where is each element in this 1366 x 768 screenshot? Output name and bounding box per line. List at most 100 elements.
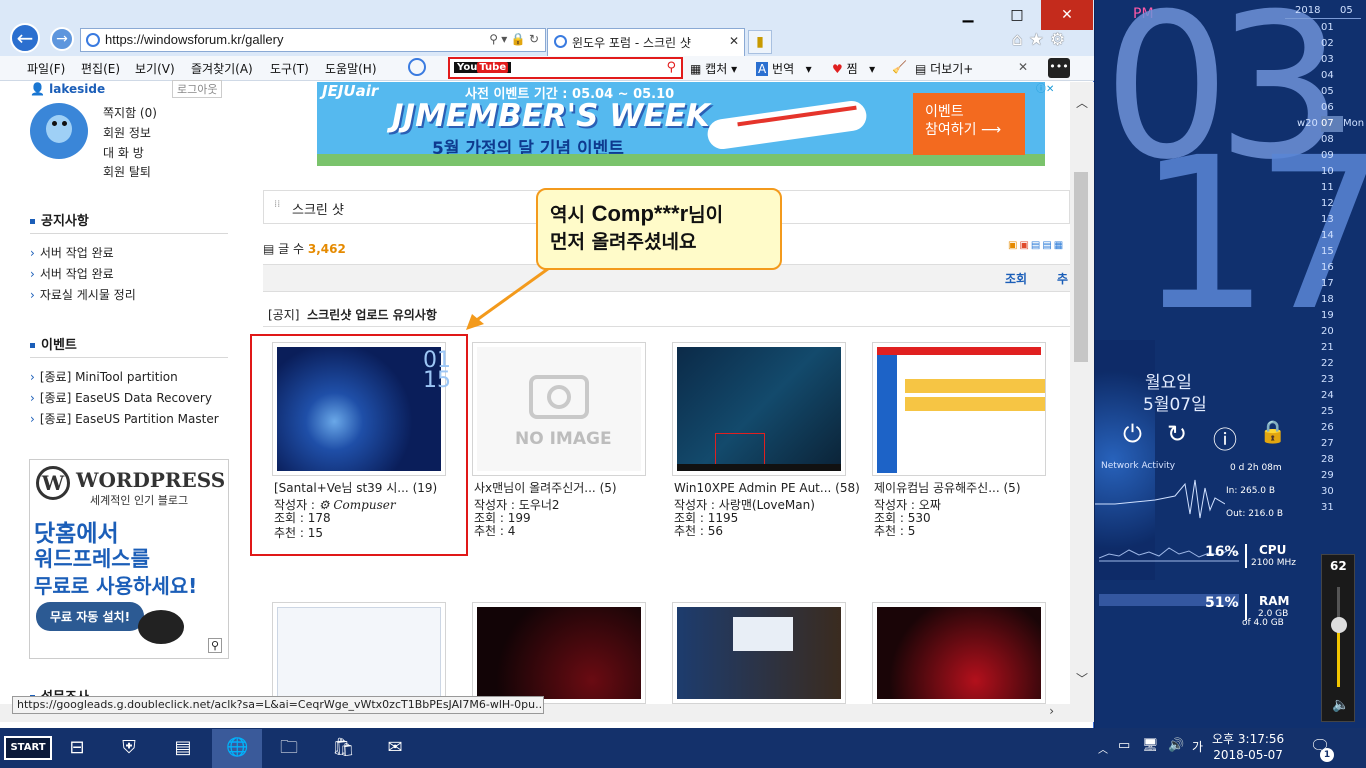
file-explorer-icon[interactable]: 🗀	[278, 737, 300, 759]
store-icon[interactable]: 🛍	[332, 737, 355, 759]
view-mode-icons[interactable]: ▣▣▤▤▦	[1008, 240, 1065, 251]
calendar-day: 29	[1321, 470, 1334, 481]
username[interactable]: 👤 lakeside	[30, 82, 105, 96]
calendar-day: 02	[1321, 38, 1334, 49]
sidebar-link-profile[interactable]: 회원 정보	[103, 124, 151, 141]
calendar-day: 12	[1321, 198, 1334, 209]
post-thumbnail[interactable]	[872, 602, 1046, 704]
search-icon[interactable]: ⚲	[666, 60, 676, 75]
post-item[interactable]: 사x맨님이 올려주신거... (5) 작성자 : 도우너2 조회 : 199 추…	[474, 482, 617, 538]
notification-badge: 1	[1320, 748, 1334, 762]
scroll-down-icon[interactable]: ﹀	[1076, 670, 1088, 687]
volume-knob[interactable]	[1331, 617, 1347, 633]
scroll-right-icon[interactable]: ›	[1049, 704, 1054, 718]
banner-ground	[317, 154, 1045, 166]
capture-button[interactable]: ▦ 캡처 ▾	[690, 60, 737, 77]
notice-item[interactable]: 서버 작업 완료	[30, 244, 114, 261]
network-icon[interactable]: 🖥	[1142, 738, 1159, 753]
post-thumbnail[interactable]: NO IMAGE	[472, 342, 646, 476]
ram-divider	[1245, 594, 1247, 620]
sort-by-views[interactable]: 조회	[1005, 270, 1027, 287]
menu-view[interactable]: 보기(V)	[135, 60, 175, 77]
overflow-menu-icon[interactable]: •••	[1048, 58, 1070, 78]
event-item[interactable]: [종료] EaseUS Partition Master	[30, 410, 219, 427]
lock-icon[interactable]: 🔒	[1259, 420, 1286, 445]
task-view-icon[interactable]: ⊟	[66, 737, 88, 759]
wordpress-ad[interactable]: W WORDPRESS 세계적인 인기 블로그 닷홈에서 워드프레스를 무료로 …	[29, 459, 229, 659]
new-tab-button[interactable]: ▮	[748, 30, 772, 54]
event-join-button[interactable]: 이벤트 참여하기 ⟶	[913, 93, 1025, 155]
tray-battery-icon[interactable]: ▭	[1118, 738, 1130, 753]
sidebar-link-chat[interactable]: 대 화 방	[103, 144, 144, 161]
wp-install-button[interactable]: 무료 자동 설치!	[36, 602, 145, 631]
volume-value: 62	[1330, 559, 1347, 573]
post-thumbnail[interactable]	[672, 602, 846, 704]
broom-icon[interactable]: 🧹	[892, 60, 907, 74]
toolbar-close-icon[interactable]: ✕	[1018, 60, 1028, 74]
volume-panel[interactable]: 62 🔈	[1321, 554, 1355, 722]
speaker-icon[interactable]: 🔈	[1332, 697, 1349, 713]
post-item[interactable]: 제이유컴님 공유해주신... (5) 작성자 : 오짜 조회 : 530 추천 …	[874, 482, 1021, 538]
vertical-scrollbar[interactable]: ︿ ﹀	[1070, 82, 1094, 722]
power-icon[interactable]: ⏻	[1123, 420, 1142, 448]
notice-item[interactable]: 자료실 게시물 정리	[30, 286, 136, 303]
sort-by-recommend[interactable]: 추	[1057, 270, 1068, 287]
maximize-button[interactable]: □	[993, 0, 1041, 30]
taskbar-clock[interactable]: 오후 3:17:56 2018-05-07	[1212, 731, 1284, 763]
menu-tools[interactable]: 도구(T)	[270, 60, 309, 77]
cal-weekday: Mon	[1343, 118, 1365, 129]
post-thumbnail[interactable]	[672, 342, 846, 476]
start-button[interactable]: START	[4, 736, 52, 760]
volume-tray-icon[interactable]: 🔊	[1168, 738, 1184, 753]
post-thumbnail[interactable]	[872, 342, 1046, 476]
menu-favorites[interactable]: 즐겨찾기(A)	[191, 60, 253, 77]
post-thumbnail[interactable]	[272, 602, 446, 704]
network-graph	[1095, 479, 1225, 519]
notice-post[interactable]: [공지] 스크린샷 업로드 유의사항	[268, 306, 437, 323]
ime-indicator[interactable]: 가	[1192, 738, 1203, 755]
tab-close-icon[interactable]: ✕	[729, 34, 739, 48]
address-tools-icon[interactable]: ⚲ ▾ 🔒 ↻	[489, 32, 539, 46]
menu-help[interactable]: 도움말(H)	[325, 60, 377, 77]
back-button[interactable]: ←	[10, 23, 40, 53]
logout-button[interactable]: 로그아웃	[172, 80, 223, 98]
divider	[30, 233, 228, 234]
scroll-up-icon[interactable]: ︿	[1076, 94, 1088, 111]
translate-button[interactable]: A 번역 ▾	[756, 60, 812, 77]
ie-addon-icon[interactable]	[408, 58, 426, 76]
mouse-image	[138, 610, 184, 644]
minimize-button[interactable]: ▁	[945, 0, 991, 30]
calendar-day: 01	[1321, 22, 1334, 33]
notice-item[interactable]: 서버 작업 완료	[30, 265, 114, 282]
ie-taskbar-icon: 🌐	[226, 737, 249, 758]
home-favorites-settings-icons[interactable]: ⌂★⚙	[1012, 30, 1071, 50]
tab-title: 윈도우 포럼 - 스크린 샷	[572, 36, 691, 50]
menu-file[interactable]: 파일(F)	[27, 60, 65, 77]
event-item[interactable]: [종료] MiniTool partition	[30, 368, 178, 385]
adchoices-icon[interactable]: ⓘ✕	[1036, 80, 1054, 95]
post-item[interactable]: Win10XPE Admin PE Aut... (58) 작성자 : 사랑맨(…	[674, 482, 860, 538]
forward-button[interactable]: →	[50, 27, 74, 51]
tray-overflow-icon[interactable]: ︿	[1098, 741, 1108, 756]
jejuair-banner[interactable]: JEJUair 사전 이벤트 기간 : 05.04 ~ 05.10 JJMEMB…	[317, 82, 1045, 166]
info-icon[interactable]: ⓘ	[1213, 420, 1237, 455]
sidebar-link-messages[interactable]: 쪽지함 (0)	[103, 104, 157, 121]
scroll-thumb[interactable]	[1074, 172, 1088, 362]
more-button[interactable]: ▤ 더보기+	[915, 60, 973, 77]
zzim-button[interactable]: ♥ 찜 ▾	[832, 60, 875, 77]
sidebar-link-withdraw[interactable]: 회원 탈퇴	[103, 163, 151, 180]
close-button[interactable]: ✕	[1041, 0, 1093, 30]
youtube-search-box[interactable]: You Tube ⚲	[448, 57, 683, 79]
menu-edit[interactable]: 편집(E)	[81, 60, 120, 77]
post-thumbnail[interactable]	[472, 602, 646, 704]
ie-taskbar-active[interactable]: 🌐	[212, 729, 262, 768]
address-bar[interactable]: https://windowsforum.kr/gallery ⚲ ▾ 🔒 ↻	[80, 28, 546, 52]
tab-windowsforum[interactable]: 윈도우 포럼 - 스크린 샷 ✕	[547, 28, 745, 56]
calendar-day: 19	[1321, 310, 1334, 321]
event-item[interactable]: [종료] EaseUS Data Recovery	[30, 389, 212, 406]
notepad-icon[interactable]: ▤	[172, 737, 194, 759]
mail-icon[interactable]: ✉	[384, 737, 406, 759]
defender-shield-icon[interactable]: ⛨	[118, 737, 140, 759]
restart-icon[interactable]: ↻	[1167, 420, 1187, 448]
zoom-icon[interactable]: ⚲	[208, 638, 223, 653]
